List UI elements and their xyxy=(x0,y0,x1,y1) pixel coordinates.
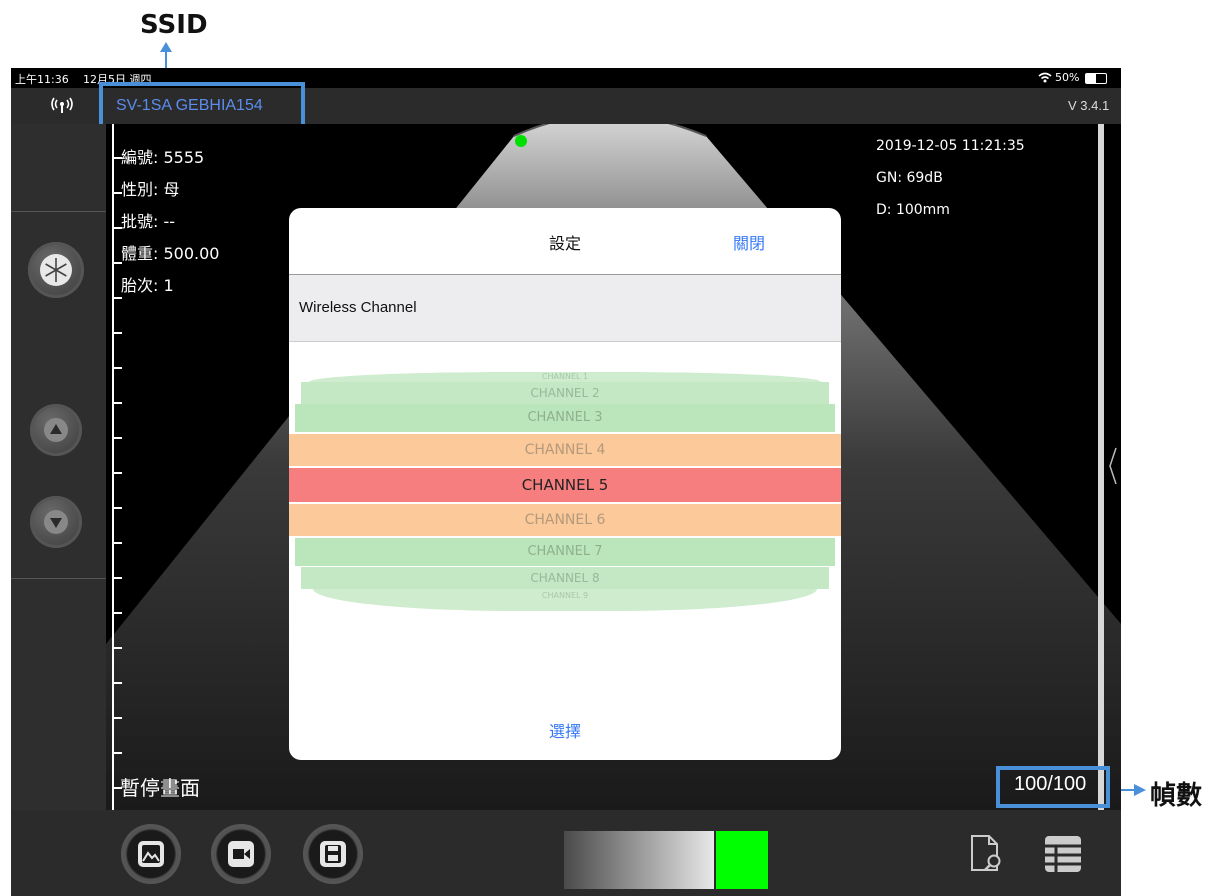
chevron-left-icon[interactable] xyxy=(1108,446,1118,486)
freeze-button[interactable] xyxy=(28,242,84,298)
video-button[interactable] xyxy=(211,824,271,884)
device-screen: 上午11:36 12月5日 週四 50% SV-1SA GEBHIA154 V … xyxy=(11,68,1121,896)
scroll-down-button[interactable] xyxy=(30,496,82,548)
freeze-icon xyxy=(40,254,72,286)
paused-label: 暫停畫面 xyxy=(120,776,200,800)
connection-status-indicator xyxy=(716,831,768,889)
settings-dialog: 設定 關閉 Wireless Channel CHANNEL 1 CHANNEL… xyxy=(289,208,841,760)
frame-counter: 100/100 xyxy=(1014,773,1087,795)
top-bar: SV-1SA GEBHIA154 V 3.4.1 xyxy=(11,82,1121,128)
arrow-down-icon xyxy=(44,510,68,534)
patient-batch: 批號: -- xyxy=(121,212,176,231)
dialog-select-button[interactable]: 選擇 xyxy=(289,718,841,742)
status-time: 上午11:36 xyxy=(15,73,69,86)
arrow-up-icon xyxy=(44,418,68,442)
channel-picker[interactable]: CHANNEL 1 CHANNEL 2 CHANNEL 3 CHANNEL 4 … xyxy=(289,368,841,618)
sidebar-divider xyxy=(11,578,106,579)
channel-row[interactable]: CHANNEL 6 xyxy=(289,504,841,536)
wireless-channel-label: Wireless Channel xyxy=(299,299,417,316)
channel-row[interactable]: CHANNEL 8 xyxy=(301,567,829,589)
scan-gain: GN: 69dB xyxy=(876,170,943,186)
scroll-up-button[interactable] xyxy=(30,404,82,456)
channel-row[interactable]: CHANNEL 2 xyxy=(301,382,829,404)
scrollbar-track[interactable] xyxy=(1098,124,1104,810)
grayscale-bar xyxy=(564,831,714,889)
battery-percent: 50% xyxy=(1055,71,1080,84)
ssid-annotation-label: SSID xyxy=(140,10,208,40)
bottom-toolbar xyxy=(11,810,1121,896)
channel-row[interactable]: CHANNEL 4 xyxy=(289,434,841,466)
wifi-icon xyxy=(1038,72,1052,83)
frames-annotation-label: 幀數 xyxy=(1150,781,1203,811)
dialog-close-button[interactable]: 關閉 xyxy=(733,230,765,254)
scan-depth: D: 100mm xyxy=(876,202,950,218)
sidebar-divider xyxy=(11,211,106,212)
channel-row[interactable]: CHANNEL 9 xyxy=(313,589,817,611)
table-list-icon[interactable] xyxy=(1043,834,1083,874)
save-button[interactable] xyxy=(303,824,363,884)
file-search-icon[interactable] xyxy=(969,834,1005,874)
scan-datetime: 2019-12-05 11:21:35 xyxy=(876,138,1025,154)
patient-weight: 體重: 500.00 xyxy=(121,244,220,263)
channel-row[interactable]: CHANNEL 3 xyxy=(295,404,835,432)
patient-id: 編號: 5555 xyxy=(121,148,205,167)
save-icon xyxy=(320,841,346,867)
gallery-button[interactable] xyxy=(121,824,181,884)
patient-sex: 性別: 母 xyxy=(121,180,180,199)
left-sidebar xyxy=(11,124,106,810)
dialog-section-header: Wireless Channel xyxy=(289,275,841,342)
channel-row[interactable]: CHANNEL 7 xyxy=(295,538,835,566)
video-icon xyxy=(228,841,254,867)
battery-icon xyxy=(1085,73,1107,84)
orientation-marker xyxy=(515,135,527,147)
patient-parity: 胎次: 1 xyxy=(121,276,174,295)
version-text: V 3.4.1 xyxy=(1068,98,1110,113)
channel-row[interactable]: CHANNEL 1 xyxy=(309,372,821,382)
gallery-icon xyxy=(138,841,164,867)
channel-row-selected[interactable]: CHANNEL 5 xyxy=(289,468,841,502)
wifi-antenna-icon[interactable] xyxy=(51,97,73,115)
ssid-text[interactable]: SV-1SA GEBHIA154 xyxy=(116,97,263,115)
